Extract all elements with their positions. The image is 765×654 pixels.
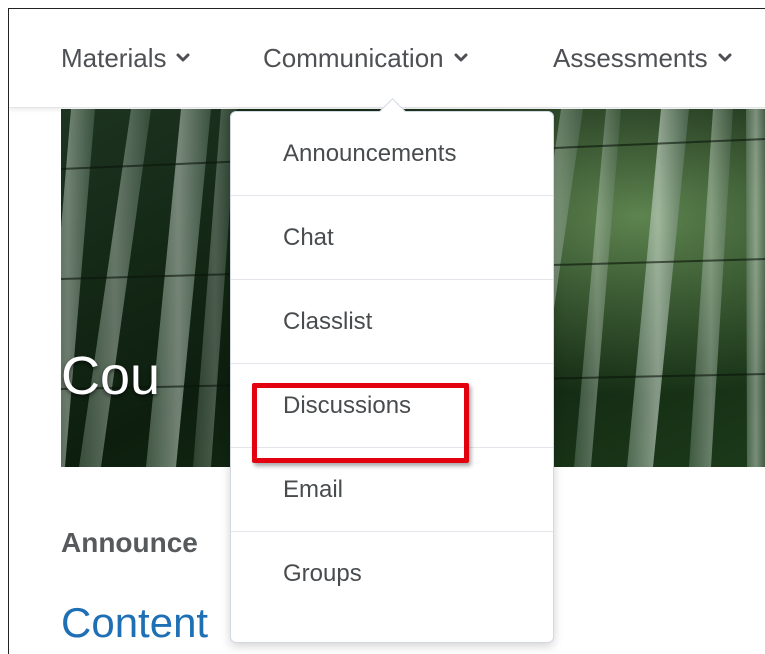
nav-communication-label: Communication xyxy=(263,42,444,73)
menu-item-discussions[interactable]: Discussions xyxy=(231,364,553,448)
content-link[interactable]: Content xyxy=(61,599,208,647)
menu-item-groups[interactable]: Groups xyxy=(231,532,553,616)
menu-item-chat[interactable]: Chat xyxy=(231,196,553,280)
nav-materials[interactable]: Materials xyxy=(61,41,190,75)
menu-item-announcements[interactable]: Announcements xyxy=(231,112,553,196)
announcements-widget-heading: Announce xyxy=(61,527,198,558)
nav-materials-label: Materials xyxy=(61,42,167,73)
chevron-down-icon xyxy=(176,51,190,65)
nav-assessments[interactable]: Assessments xyxy=(553,41,732,75)
communication-dropdown-menu: Announcements Chat Classlist Discussions… xyxy=(230,98,554,643)
course-title: Cou xyxy=(61,346,161,406)
menu-item-label: Classlist xyxy=(283,307,373,335)
menu-item-label: Email xyxy=(283,475,344,503)
menu-item-label: Announcements xyxy=(283,139,457,167)
nav-assessments-label: Assessments xyxy=(553,42,708,73)
screenshot-frame: Materials Communication Assessments Cou … xyxy=(8,8,765,654)
menu-item-label: Groups xyxy=(283,560,362,587)
menu-item-label: Discussions xyxy=(283,391,412,419)
menu-item-label: Chat xyxy=(283,223,334,251)
chevron-down-icon xyxy=(454,51,468,65)
course-navbar: Materials Communication Assessments xyxy=(9,9,765,108)
menu-item-email[interactable]: Email xyxy=(231,448,553,532)
chevron-down-icon xyxy=(718,51,732,65)
menu-item-classlist[interactable]: Classlist xyxy=(231,280,553,364)
nav-communication[interactable]: Communication xyxy=(263,41,468,75)
